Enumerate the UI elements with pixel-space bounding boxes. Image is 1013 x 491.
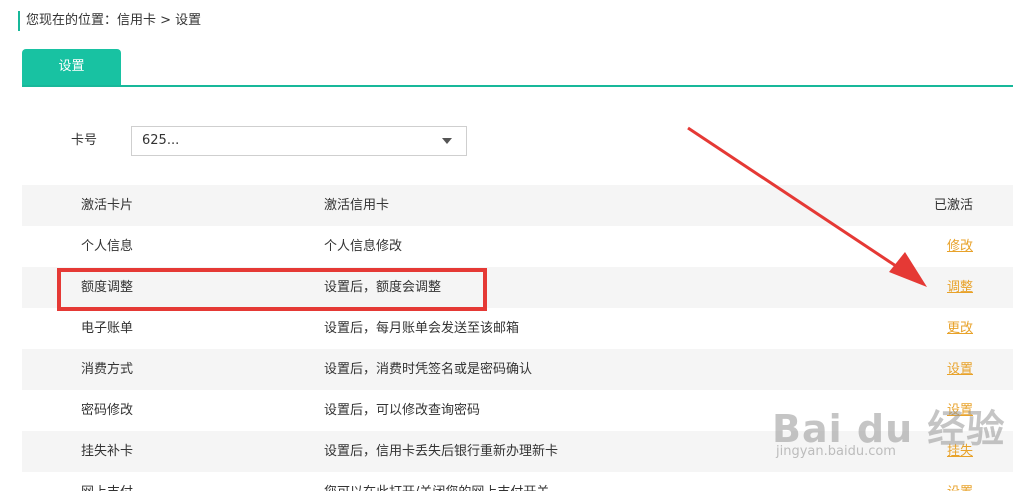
table-header: 激活卡片 激活信用卡 已激活 (22, 185, 1013, 226)
row-desc: 设置后，每月账单会发送至该邮箱 (324, 321, 520, 336)
table-row: 消费方式 设置后，消费时凭签名或是密码确认 设置 (22, 349, 1013, 390)
row-name: 电子账单 (81, 321, 134, 336)
header-col-3: 已激活 (933, 198, 973, 213)
row-desc: 您可以在此打开/关闭您的网上支付开关 (324, 472, 549, 491)
row-action-link[interactable]: 挂失 (947, 431, 973, 472)
card-number-select[interactable]: 625... (131, 126, 467, 156)
header-col-2: 激活信用卡 (324, 198, 390, 213)
table-row: 电子账单 设置后，每月账单会发送至该邮箱 更改 (22, 308, 1013, 349)
card-number-label: 卡号 (71, 133, 98, 148)
row-desc: 设置后，可以修改查询密码 (324, 403, 481, 418)
row-action-link[interactable]: 设置 (947, 472, 973, 491)
table-row: 额度调整 设置后，额度会调整 调整 (22, 267, 1013, 308)
row-name: 挂失补卡 (81, 444, 134, 459)
row-name: 网上支付 (81, 472, 133, 491)
row-name: 个人信息 (81, 239, 134, 254)
row-action-link[interactable]: 设置 (947, 390, 973, 431)
row-name: 密码修改 (81, 403, 134, 418)
row-action-link[interactable]: 调整 (947, 267, 973, 308)
row-action-link[interactable]: 修改 (947, 226, 973, 267)
tab-underline (22, 85, 1013, 87)
row-desc: 个人信息修改 (324, 239, 403, 254)
row-name: 额度调整 (81, 280, 134, 295)
breadcrumb: 您现在的位置：信用卡 > 设置 (18, 11, 201, 31)
chevron-down-icon (442, 138, 452, 144)
tab-settings[interactable]: 设置 (22, 49, 121, 85)
card-number-value: 625... (142, 133, 180, 148)
row-action-link[interactable]: 设置 (947, 349, 973, 390)
table-row: 个人信息 个人信息修改 修改 (22, 226, 1013, 267)
row-action-link[interactable]: 更改 (947, 308, 973, 349)
table-row: 密码修改 设置后，可以修改查询密码 设置 (22, 390, 1013, 431)
settings-table: 激活卡片 激活信用卡 已激活 个人信息 个人信息修改 修改 额度调整 设置后，额… (22, 185, 1013, 491)
table-row: 网上支付 您可以在此打开/关闭您的网上支付开关 设置 (22, 472, 1013, 491)
row-desc: 设置后，额度会调整 (324, 280, 442, 295)
row-desc: 设置后，消费时凭签名或是密码确认 (324, 362, 533, 377)
header-col-1: 激活卡片 (81, 198, 134, 213)
row-desc: 设置后，信用卡丢失后银行重新办理新卡 (324, 444, 559, 459)
table-row: 挂失补卡 设置后，信用卡丢失后银行重新办理新卡 挂失 (22, 431, 1013, 472)
row-name: 消费方式 (81, 362, 134, 377)
